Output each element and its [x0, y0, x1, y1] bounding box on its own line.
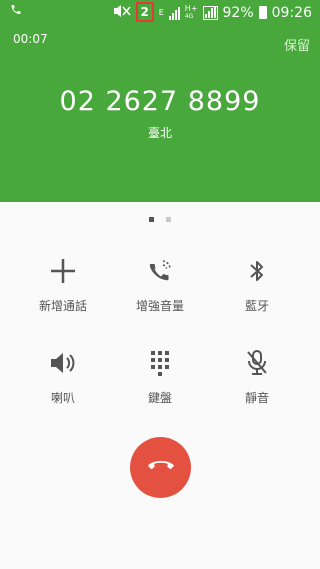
volume-boost-icon: [110, 254, 210, 288]
bluetooth-button[interactable]: 藍牙: [207, 254, 307, 314]
status-bar: 2 E H+ 4G 92% 09:26: [0, 0, 320, 24]
hold-button[interactable]: 保留: [284, 35, 310, 54]
phone-call-icon: [10, 3, 22, 20]
speaker-button[interactable]: 喇叭: [13, 346, 113, 406]
keypad-icon: [110, 346, 210, 380]
signal-icon: [168, 6, 180, 20]
volume-boost-button[interactable]: 增強音量: [110, 254, 210, 314]
call-header: 00:07 保留 02 2627 8899 臺北: [0, 24, 320, 202]
sim-2-icon: 2: [135, 2, 154, 22]
keypad-label: 鍵盤: [147, 391, 172, 405]
network-type: H+ 4G: [184, 3, 198, 20]
page-dot-1[interactable]: [149, 217, 154, 222]
end-call-button[interactable]: [130, 437, 191, 498]
battery-icon: [258, 6, 267, 19]
page-indicator: [0, 217, 320, 222]
keypad-button[interactable]: 鍵盤: [110, 346, 210, 406]
mute-vibrate-icon: [113, 4, 131, 22]
caller-location: 臺北: [147, 126, 172, 140]
volume-boost-label: 增強音量: [135, 299, 184, 313]
speaker-icon: [13, 346, 113, 380]
battery-percent: 92%: [222, 4, 254, 21]
phone-number: 02 2627 8899: [59, 86, 261, 117]
bluetooth-label: 藍牙: [244, 299, 269, 313]
network-e-label: E: [158, 7, 164, 17]
call-timer: 00:07: [13, 32, 48, 46]
add-call-button[interactable]: 新增通話: [13, 254, 113, 314]
mute-button[interactable]: 靜音: [207, 346, 307, 406]
clock: 09:26: [271, 4, 312, 21]
signal-icon: [202, 5, 218, 20]
speaker-label: 喇叭: [50, 391, 75, 405]
mute-label: 靜音: [244, 391, 269, 405]
page-dot-2[interactable]: [166, 217, 171, 222]
add-call-label: 新增通話: [38, 299, 87, 313]
add-call-icon: [13, 254, 113, 288]
end-call-icon: [147, 458, 175, 477]
mute-mic-icon: [207, 346, 307, 380]
bluetooth-icon: [207, 254, 307, 288]
